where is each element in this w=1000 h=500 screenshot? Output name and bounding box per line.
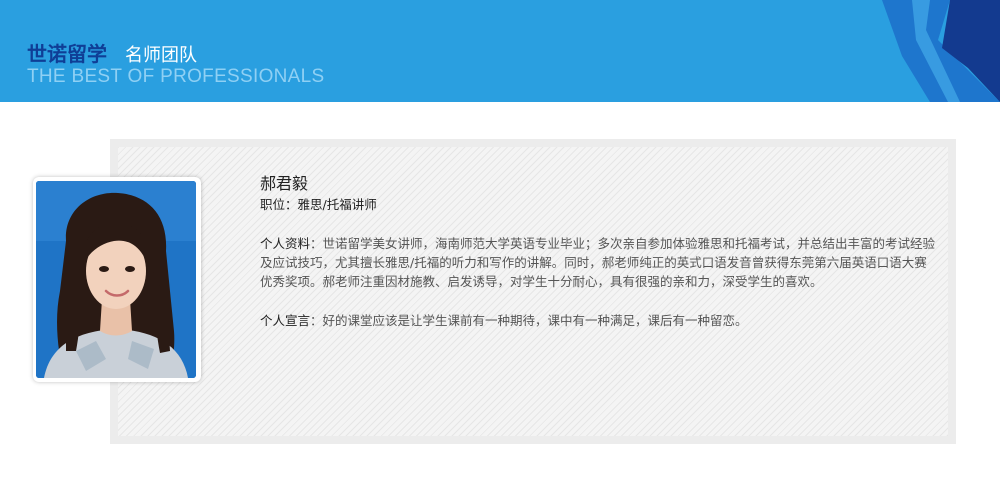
motto-text: ：好的课堂应该是让学生课前有一种期待，课中有一种满足，课后有一种留恋。 <box>310 313 748 328</box>
profile-label: 个人资料 <box>260 236 311 251</box>
section-title: 名师团队 <box>125 45 197 66</box>
section-subtitle: THE BEST OF PROFESSIONALS <box>27 66 325 87</box>
teacher-photo <box>36 181 196 378</box>
header-banner: 世诺留学 名师团队 THE BEST OF PROFESSIONALS <box>0 0 1000 102</box>
teacher-motto: 个人宣言：好的课堂应该是让学生课前有一种期待，课中有一种满足，课后有一种留恋。 <box>260 311 936 330</box>
teacher-info: 郝君毅 职位：雅思/托福讲师 个人资料：世诺留学美女讲师，海南师范大学英语专业毕… <box>260 172 936 330</box>
corner-decoration-icon <box>882 0 1000 102</box>
brand-logo: 世诺留学 <box>27 42 107 66</box>
teacher-profile: 个人资料：世诺留学美女讲师，海南师范大学英语专业毕业；多次亲自参加体验雅思和托福… <box>260 234 936 291</box>
teacher-name: 郝君毅 <box>260 174 309 193</box>
position-value: 雅思/托福讲师 <box>297 197 377 212</box>
profile-text: ：世诺留学美女讲师，海南师范大学英语专业毕业；多次亲自参加体验雅思和托福考试，并… <box>260 236 936 289</box>
position-label: 职位： <box>260 197 298 212</box>
teacher-position: 职位：雅思/托福讲师 <box>260 196 936 214</box>
portrait-icon <box>36 181 196 378</box>
motto-label: 个人宣言 <box>260 313 311 328</box>
brand-title: 世诺留学 名师团队 <box>27 38 197 68</box>
